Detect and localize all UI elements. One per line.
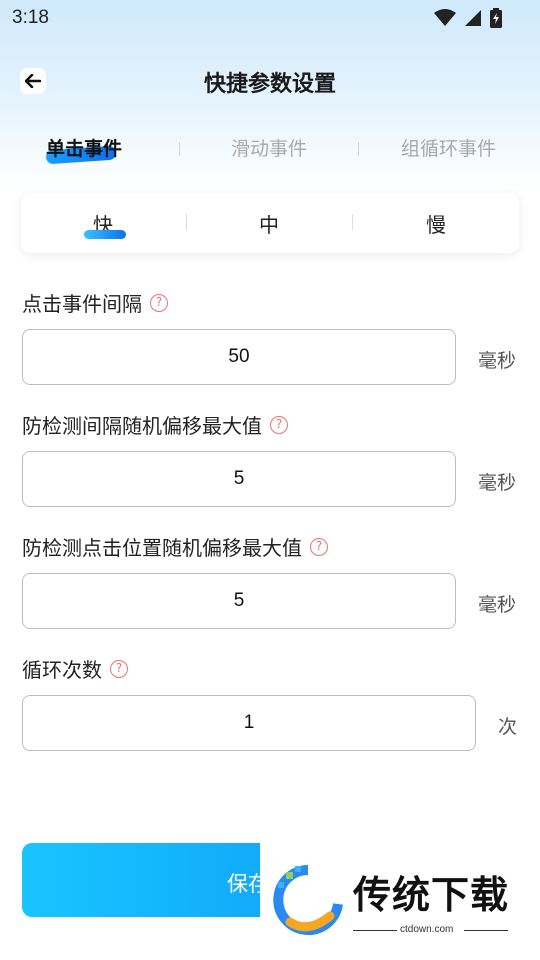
- tab-divider: [179, 142, 180, 156]
- signal-icon: [465, 10, 481, 26]
- click-interval-label: 点击事件间隔 ?: [22, 288, 168, 317]
- help-icon[interactable]: ?: [150, 293, 168, 312]
- tab-loop-group-event[interactable]: 组循环事件: [401, 134, 496, 161]
- loop-count-label: 循环次数 ?: [22, 654, 128, 683]
- help-icon[interactable]: ?: [310, 537, 328, 556]
- tab-click-event[interactable]: 单击事件: [46, 134, 122, 161]
- page-title: 快捷参数设置: [203, 72, 336, 97]
- unit-label: 毫秒: [478, 472, 517, 494]
- event-tabs: 单击事件 滑动事件 组循环事件: [0, 130, 540, 174]
- help-icon[interactable]: ?: [110, 659, 128, 678]
- help-icon[interactable]: ?: [270, 415, 288, 434]
- brand-logo-icon: [273, 865, 343, 935]
- watermark-url: ctdown.com: [400, 924, 454, 935]
- watermark-brand: 传统下载: [353, 873, 510, 917]
- speed-active-indicator: [84, 230, 126, 239]
- speed-medium[interactable]: 中: [249, 209, 289, 238]
- speed-selector: 快 中 慢: [21, 193, 519, 253]
- watermark: 传统下载 ctdown.com: [260, 842, 540, 960]
- interval-random-offset-label: 防检测间隔随机偏移最大值 ?: [22, 410, 288, 439]
- speed-slow[interactable]: 慢: [416, 209, 456, 238]
- tab-swipe-event[interactable]: 滑动事件: [231, 134, 307, 161]
- battery-icon: [490, 8, 502, 28]
- unit-label: 毫秒: [478, 350, 517, 372]
- tab-divider: [358, 142, 359, 156]
- status-time: 3:18: [12, 7, 49, 28]
- speed-divider: [186, 214, 187, 230]
- click-interval-input[interactable]: 50: [22, 329, 456, 385]
- wifi-icon: [434, 9, 456, 26]
- loop-count-input[interactable]: 1: [22, 695, 476, 751]
- unit-label: 毫秒: [478, 594, 517, 616]
- app-bar: 快捷参数设置: [0, 56, 540, 108]
- interval-random-offset-input[interactable]: 5: [22, 451, 456, 507]
- status-bar: 3:18: [0, 0, 540, 36]
- speed-divider: [352, 214, 353, 230]
- unit-label: 次: [498, 716, 518, 738]
- position-random-offset-label: 防检测点击位置随机偏移最大值 ?: [22, 532, 328, 561]
- position-random-offset-input[interactable]: 5: [22, 573, 456, 629]
